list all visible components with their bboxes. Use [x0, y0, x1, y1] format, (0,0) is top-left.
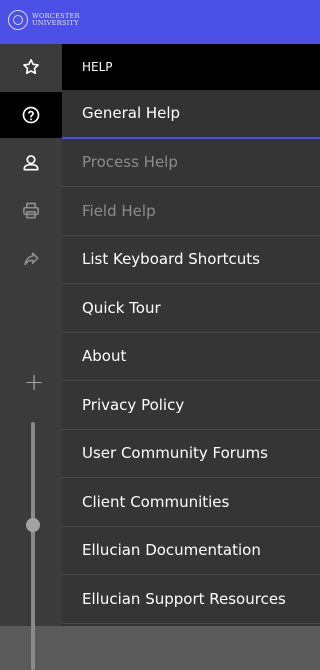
menu-item-about[interactable]: About — [62, 333, 320, 381]
rail-user-button[interactable] — [0, 140, 62, 186]
menu-item-client-communities[interactable]: Client Communities — [62, 478, 320, 527]
share-icon — [24, 252, 39, 266]
menu-item-process-help: Process Help — [62, 139, 320, 187]
rail-help-button[interactable] — [0, 92, 62, 138]
menu-title: HELP — [62, 44, 320, 90]
logo-text: WORCESTER UNIVERSITY — [32, 13, 80, 27]
menu-item-field-help: Field Help — [62, 187, 320, 236]
menu-item-user-community-forums[interactable]: User Community Forums — [62, 430, 320, 478]
side-rail: + — [0, 44, 62, 670]
university-logo[interactable]: WORCESTER UNIVERSITY — [8, 9, 80, 31]
print-icon — [23, 202, 39, 219]
menu-item-ellucian-documentation[interactable]: Ellucian Documentation — [62, 527, 320, 575]
rail-print-button[interactable] — [0, 188, 62, 234]
star-icon — [23, 59, 39, 75]
zoom-slider-handle[interactable] — [26, 518, 40, 532]
menu-item-keyboard-shortcuts[interactable]: List Keyboard Shortcuts — [62, 236, 320, 284]
app-header: WORCESTER UNIVERSITY — [0, 0, 320, 44]
menu-item-ellucian-support-resources[interactable]: Ellucian Support Resources — [62, 575, 320, 624]
help-menu: HELP General Help Process Help Field Hel… — [62, 44, 320, 626]
rail-favorites-button[interactable] — [0, 44, 62, 90]
user-icon — [23, 155, 39, 171]
seal-icon — [8, 10, 28, 30]
menu-item-general-help[interactable]: General Help — [62, 90, 320, 139]
menu-item-privacy-policy[interactable]: Privacy Policy — [62, 381, 320, 430]
logo-line2: UNIVERSITY — [32, 19, 79, 27]
rail-share-button[interactable] — [0, 236, 62, 282]
zoom-slider-track[interactable] — [31, 422, 35, 670]
add-icon[interactable]: + — [24, 370, 44, 394]
help-icon — [22, 106, 40, 124]
menu-item-quick-tour[interactable]: Quick Tour — [62, 284, 320, 333]
